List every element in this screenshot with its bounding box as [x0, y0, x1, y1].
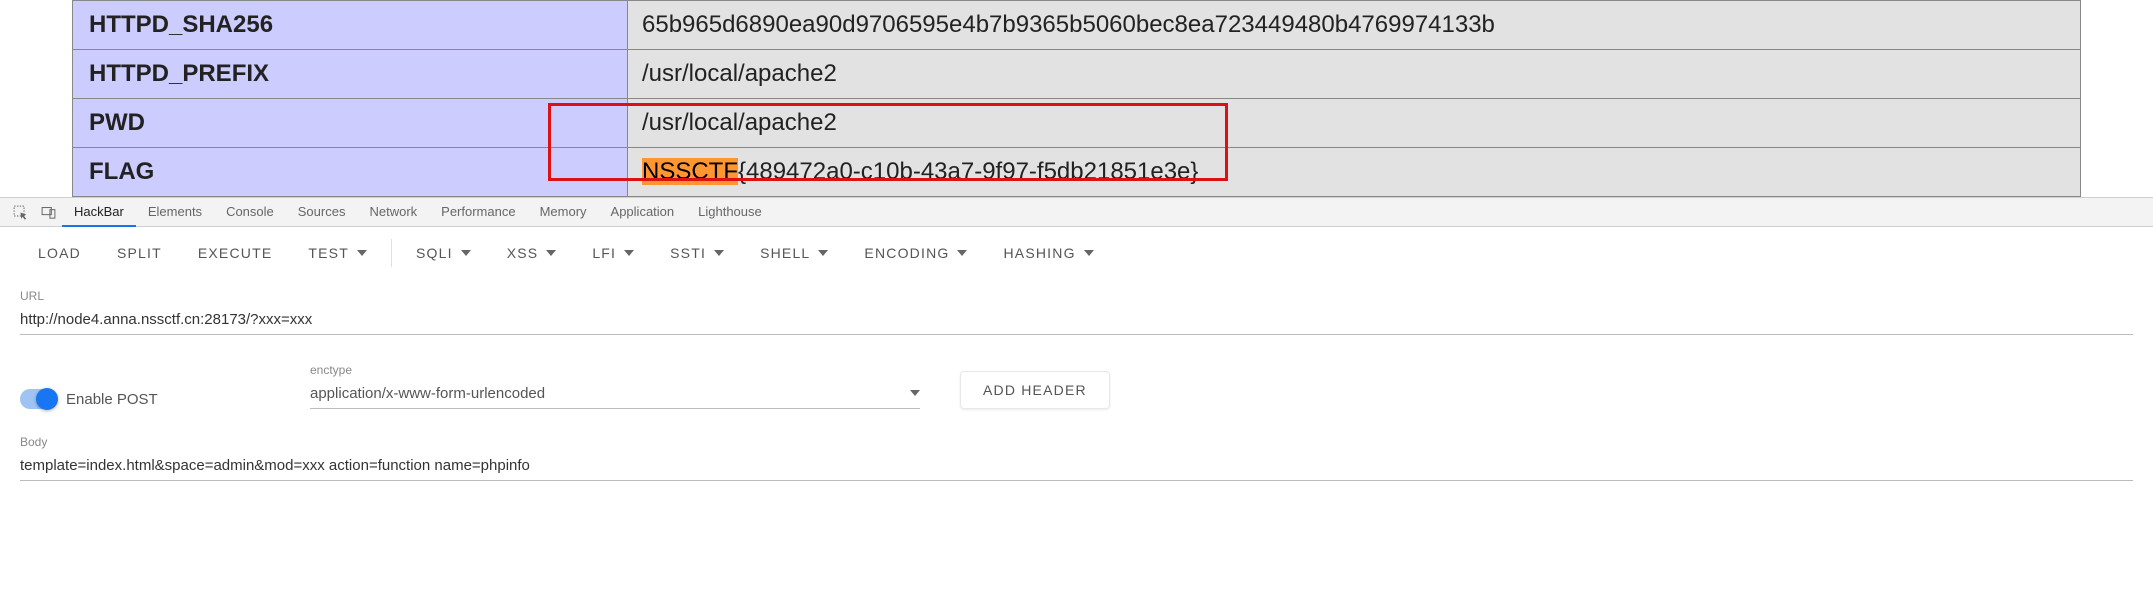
caret-down-icon [910, 385, 920, 402]
button-label: SHELL [760, 234, 810, 272]
enable-post-label: Enable POST [66, 391, 158, 408]
button-label: ENCODING [864, 234, 949, 272]
url-input[interactable] [20, 307, 2133, 335]
caret-down-icon [957, 234, 967, 272]
devtools-tab-elements[interactable]: Elements [136, 197, 214, 227]
env-row: HTTPD_SHA25665b965d6890ea90d9706595e4b7b… [73, 1, 2081, 50]
devtools-tab-performance[interactable]: Performance [429, 197, 527, 227]
load-button[interactable]: LOAD [20, 234, 99, 272]
env-table: HTTPD_SHA25665b965d6890ea90d9706595e4b7b… [72, 0, 2081, 197]
devtools-tab-hackbar[interactable]: HackBar [62, 197, 136, 227]
caret-down-icon [546, 234, 556, 272]
devtools-tabstrip: HackBarElementsConsoleSourcesNetworkPerf… [0, 197, 2153, 227]
ssti-menu[interactable]: SSTI [652, 234, 742, 272]
button-label: SPLIT [117, 234, 162, 272]
enctype-value: application/x-www-form-urlencoded [310, 385, 545, 402]
env-value: /usr/local/apache2 [628, 50, 2081, 99]
env-key: FLAG [73, 148, 628, 197]
hackbar-toolbar: LOAD SPLIT EXECUTE TEST SQLI XSS LFI SSTI SHEL… [0, 227, 2153, 279]
devtools-tab-console[interactable]: Console [214, 197, 286, 227]
caret-down-icon [818, 234, 828, 272]
env-value: NSSCTF{489472a0-c10b-43a7-9f97-f5db21851… [628, 148, 2081, 197]
env-value: 65b965d6890ea90d9706595e4b7b9365b5060bec… [628, 1, 2081, 50]
button-label: XSS [507, 234, 539, 272]
env-row: HTTPD_PREFIX/usr/local/apache2 [73, 50, 2081, 99]
flag-prefix-highlight: NSSCTF [642, 158, 738, 185]
button-label: EXECUTE [198, 234, 273, 272]
button-label: LOAD [38, 234, 81, 272]
devtools-tab-network[interactable]: Network [357, 197, 429, 227]
button-label: SSTI [670, 234, 706, 272]
env-row: FLAGNSSCTF{489472a0-c10b-43a7-9f97-f5db2… [73, 148, 2081, 197]
request-form: URL Enable POST enctype application/x-ww… [0, 279, 2153, 501]
button-label: HASHING [1003, 234, 1075, 272]
devtools-tab-memory[interactable]: Memory [528, 197, 599, 227]
enctype-select[interactable]: application/x-www-form-urlencoded [310, 381, 920, 409]
split-button[interactable]: SPLIT [99, 234, 180, 272]
enable-post-toggle[interactable] [20, 389, 56, 409]
caret-down-icon [1084, 234, 1094, 272]
lfi-menu[interactable]: LFI [574, 234, 652, 272]
env-key: HTTPD_SHA256 [73, 1, 628, 50]
xss-menu[interactable]: XSS [489, 234, 575, 272]
caret-down-icon [461, 234, 471, 272]
devtools-tab-lighthouse[interactable]: Lighthouse [686, 197, 774, 227]
toggle-knob [36, 388, 58, 410]
button-label: SQLI [416, 234, 453, 272]
sqli-menu[interactable]: SQLI [398, 234, 489, 272]
device-toggle-icon[interactable] [34, 198, 62, 226]
env-key: PWD [73, 99, 628, 148]
devtools-tab-sources[interactable]: Sources [286, 197, 358, 227]
devtools-tab-application[interactable]: Application [599, 197, 687, 227]
url-label: URL [20, 289, 2133, 303]
caret-down-icon [624, 234, 634, 272]
caret-down-icon [357, 234, 367, 272]
execute-button[interactable]: EXECUTE [180, 234, 291, 272]
env-key: HTTPD_PREFIX [73, 50, 628, 99]
enctype-label: enctype [310, 363, 920, 377]
toolbar-separator [391, 239, 392, 267]
inspect-icon[interactable] [6, 198, 34, 226]
encoding-menu[interactable]: ENCODING [846, 234, 985, 272]
caret-down-icon [714, 234, 724, 272]
add-header-button[interactable]: ADD HEADER [960, 371, 1110, 409]
shell-menu[interactable]: SHELL [742, 234, 846, 272]
body-input[interactable] [20, 453, 2133, 481]
env-row: PWD/usr/local/apache2 [73, 99, 2081, 148]
test-menu[interactable]: TEST [290, 234, 385, 272]
hashing-menu[interactable]: HASHING [985, 234, 1111, 272]
env-value: /usr/local/apache2 [628, 99, 2081, 148]
body-label: Body [20, 435, 2133, 449]
button-label: TEST [308, 234, 349, 272]
button-label: LFI [592, 234, 616, 272]
